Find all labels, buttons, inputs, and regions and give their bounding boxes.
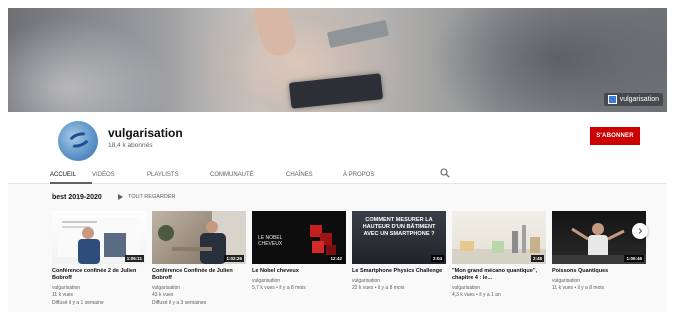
subscribe-button[interactable]: S'ABONNER (590, 127, 640, 145)
video-thumbnail[interactable]: 1:06:46 (552, 211, 646, 264)
video-duration: 2:04 (430, 255, 444, 262)
video-thumbnail[interactable]: 1:02:26 (152, 211, 246, 264)
video-channel[interactable]: vulgarisation (352, 278, 446, 284)
video-duration: 1:06:11 (124, 255, 144, 262)
play-icon (118, 194, 123, 200)
video-thumbnail[interactable]: 1:06:11 (52, 211, 146, 264)
video-duration: 12:42 (328, 255, 344, 262)
video-views: 22 k vues • il y a 8 mois (352, 285, 405, 291)
channel-banner: vulgarisation (8, 8, 667, 112)
video-thumbnail[interactable]: 2:48 (452, 211, 546, 264)
video-views: 5,7 k vues • il y a 8 mois (252, 285, 306, 291)
tab-chaines[interactable]: CHAÎNES (286, 172, 343, 184)
video-title[interactable]: Conférence Confinée de Julien Bobroff (152, 268, 246, 282)
tab-playlists[interactable]: PLAYLISTS (147, 172, 210, 184)
video-card[interactable]: 1:06:11 Conférence confinée 2 de Julien … (52, 211, 146, 306)
video-title[interactable]: Le Nobel cheveux (252, 268, 346, 275)
play-all-label: TOUT REGARDER (128, 194, 176, 200)
play-all-button[interactable]: TOUT REGARDER (118, 194, 175, 200)
video-title[interactable]: Poissons Quantiques (552, 268, 646, 275)
video-card[interactable]: 2:48 "Mon grand mécano quantique", chapi… (452, 211, 546, 299)
channel-page: vulgarisation vulgarisation 18,4 k abonn… (8, 8, 667, 312)
shelf-next-button[interactable] (632, 223, 648, 239)
video-card[interactable]: 1:06:46 Poissons Quantiques vulgarisatio… (552, 211, 646, 292)
video-duration: 1:06:46 (624, 255, 644, 262)
video-title[interactable]: Le Smartphone Physics Challenge (352, 268, 446, 275)
video-age: Diffusé il y a 1 semaine (52, 299, 104, 306)
thumbnail-caption: COMMENT MESURER LA HAUTEUR D'UN BÂTIMENT… (362, 217, 436, 237)
video-title[interactable]: "Mon grand mécano quantique", chapitre 4… (452, 268, 546, 282)
video-thumbnail[interactable]: COMMENT MESURER LA HAUTEUR D'UN BÂTIMENT… (352, 211, 446, 264)
channel-logo-icon (607, 95, 617, 104)
video-channel[interactable]: vulgarisation (52, 285, 146, 291)
channel-tabs: ACCUEIL VIDÉOS PLAYLISTS COMMUNAUTÉ CHAÎ… (50, 164, 393, 184)
video-card[interactable]: 1:02:26 Conférence Confinée de Julien Bo… (152, 211, 246, 306)
tab-communaute[interactable]: COMMUNAUTÉ (210, 172, 286, 184)
video-views: 43 k vues (152, 292, 174, 298)
tab-accueil[interactable]: ACCUEIL (50, 172, 92, 184)
video-channel[interactable]: vulgarisation (152, 285, 246, 291)
section-title[interactable]: best 2019-2020 (52, 194, 102, 201)
chevron-right-icon (638, 228, 643, 234)
avatar[interactable] (58, 121, 98, 161)
tab-a-propos[interactable]: À PROPOS (343, 172, 393, 184)
video-channel[interactable]: vulgarisation (252, 278, 346, 284)
search-icon[interactable] (440, 168, 450, 178)
video-views: 4,3 k vues • il y a 1 an (452, 292, 501, 298)
video-duration: 1:02:26 (224, 255, 244, 262)
video-card[interactable]: LE NOBEL CHEVEUX 12:42 Le Nobel cheveux … (252, 211, 346, 292)
video-shelf: 1:06:11 Conférence confinée 2 de Julien … (52, 211, 652, 311)
video-title[interactable]: Conférence confinée 2 de Julien Bobroff (52, 268, 146, 282)
banner-watermark[interactable]: vulgarisation (603, 93, 663, 106)
subscriber-count: 18,4 k abonnés (108, 142, 153, 149)
video-thumbnail[interactable]: LE NOBEL CHEVEUX 12:42 (252, 211, 346, 264)
video-age: Diffusé il y a 3 semaines (152, 299, 207, 306)
banner-watermark-label: vulgarisation (619, 96, 659, 103)
video-views: 11 k vues • il y a 8 mois (552, 285, 604, 291)
video-channel[interactable]: vulgarisation (452, 285, 546, 291)
video-card[interactable]: COMMENT MESURER LA HAUTEUR D'UN BÂTIMENT… (352, 211, 446, 292)
thumbnail-caption: LE NOBEL CHEVEUX (258, 235, 283, 247)
channel-header: vulgarisation 18,4 k abonnés S'ABONNER A… (8, 112, 667, 184)
channel-name: vulgarisation (108, 126, 183, 140)
tab-videos[interactable]: VIDÉOS (92, 172, 147, 184)
video-channel[interactable]: vulgarisation (552, 278, 646, 284)
video-duration: 2:48 (530, 255, 544, 262)
video-views: 11 k vues (52, 292, 74, 298)
